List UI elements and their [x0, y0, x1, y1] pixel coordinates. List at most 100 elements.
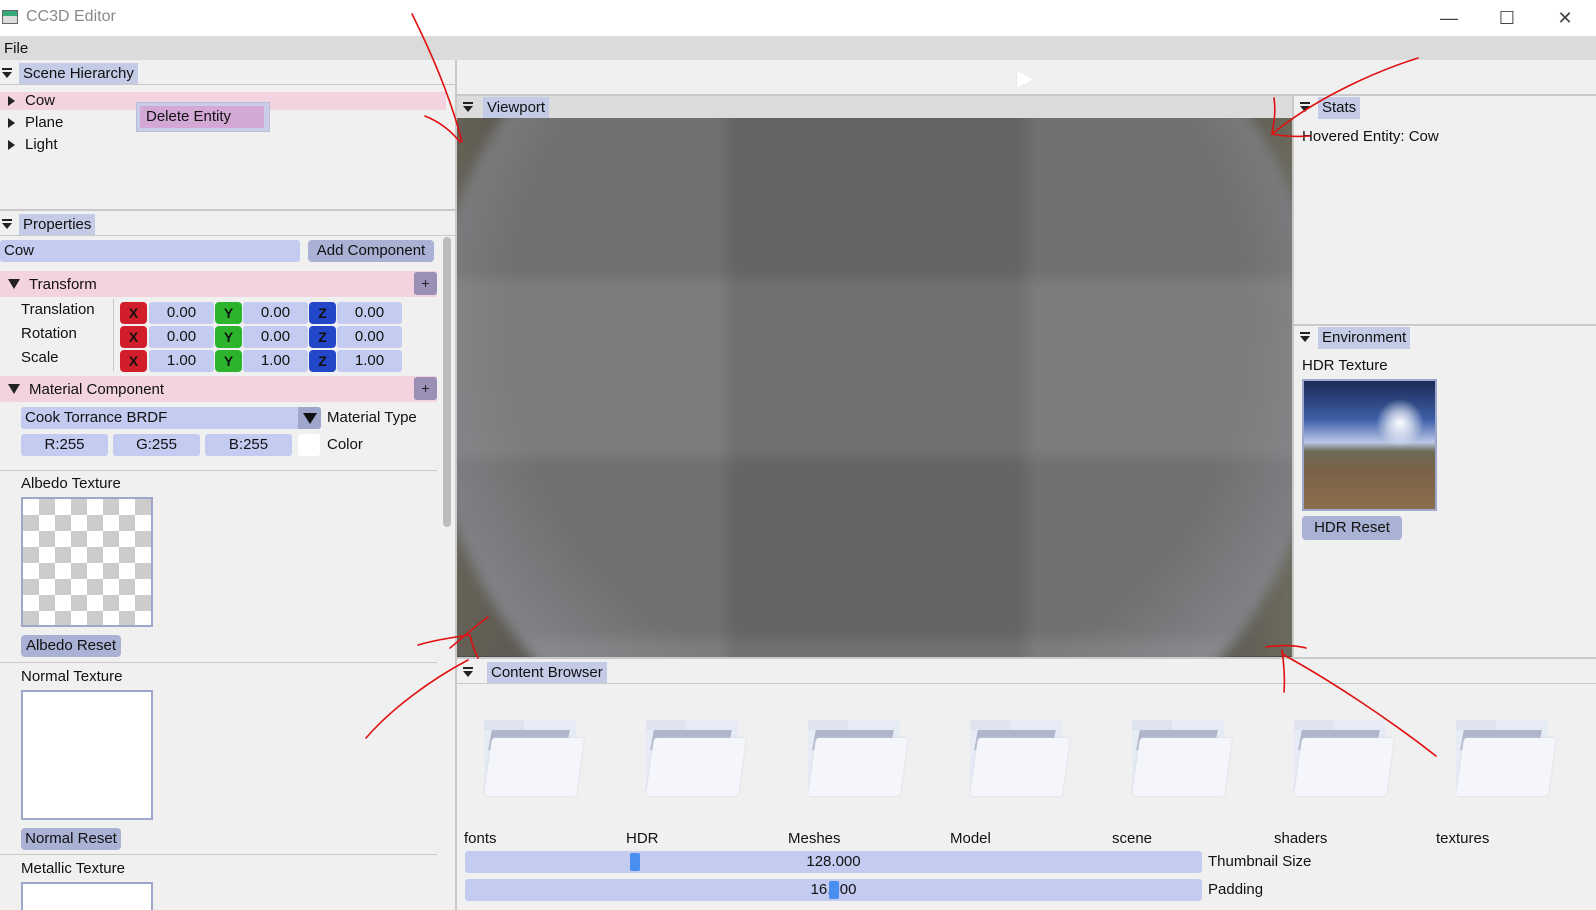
add-component-button[interactable]: Add Component [308, 240, 434, 262]
folder-icon[interactable] [482, 718, 585, 798]
slider-handle[interactable] [630, 853, 640, 871]
minimize-icon[interactable]: — [1426, 4, 1472, 32]
color-r-field[interactable]: R:255 [21, 434, 108, 456]
folder-icon[interactable] [1454, 718, 1557, 798]
translation-z-field[interactable]: 0.00 [337, 302, 402, 324]
collapse-icon[interactable] [0, 66, 14, 80]
tree-item-plane[interactable]: Plane [8, 114, 63, 134]
hdr-texture-preview[interactable] [1302, 379, 1437, 511]
collapse-icon[interactable] [461, 100, 475, 114]
expand-arrow-icon[interactable] [8, 140, 15, 151]
slider-handle[interactable] [829, 881, 839, 899]
entity-name-input[interactable]: Cow [0, 240, 300, 262]
axis-y-badge[interactable]: Y [215, 326, 242, 348]
color-label: Color [327, 436, 363, 453]
hovered-entity-text: Hovered Entity: Cow [1302, 128, 1439, 145]
collapse-icon[interactable] [0, 217, 14, 231]
viewport-canvas[interactable] [457, 118, 1292, 657]
albedo-reset-button[interactable]: Albedo Reset [21, 635, 121, 657]
folder-icon[interactable] [644, 718, 747, 798]
properties-scrollbar[interactable] [443, 237, 451, 527]
collapse-icon[interactable] [1298, 100, 1312, 114]
collapse-icon[interactable] [461, 665, 475, 679]
color-g-field[interactable]: G:255 [113, 434, 200, 456]
folder-label-model[interactable]: Model [950, 830, 991, 847]
stats-header: Stats [1298, 96, 1596, 119]
title-bar: CC3D Editor — ☐ ✕ [0, 0, 1596, 36]
expand-arrow-icon[interactable] [8, 96, 15, 107]
maximize-icon[interactable]: ☐ [1484, 4, 1530, 32]
tab-content-browser[interactable]: Content Browser [487, 662, 607, 684]
context-menu: Delete Entity [136, 102, 270, 132]
thumbnail-size-slider[interactable]: 128.000 [465, 851, 1202, 873]
tree-item-light[interactable]: Light [8, 136, 58, 156]
color-b-field[interactable]: B:255 [205, 434, 292, 456]
translation-x-field[interactable]: 0.00 [149, 302, 214, 324]
rotation-x-field[interactable]: 0.00 [149, 326, 214, 348]
menu-file[interactable]: File [4, 40, 28, 57]
collapse-arrow-icon[interactable] [8, 279, 20, 289]
app-icon [2, 10, 18, 24]
transform-add-button[interactable]: + [414, 272, 437, 295]
normal-reset-button[interactable]: Normal Reset [21, 828, 121, 850]
axis-z-badge[interactable]: Z [309, 302, 336, 324]
properties-header: Properties [0, 213, 455, 236]
folder-icon[interactable] [806, 718, 909, 798]
tab-viewport[interactable]: Viewport [483, 97, 550, 119]
toolbar: ▶ [457, 60, 1596, 94]
axis-z-badge[interactable]: Z [309, 350, 336, 372]
axis-x-badge[interactable]: X [120, 326, 147, 348]
viewport-header: Viewport [457, 96, 1292, 119]
axis-x-badge[interactable]: X [120, 350, 147, 372]
tab-properties[interactable]: Properties [19, 214, 96, 236]
folder-label-scene[interactable]: scene [1112, 830, 1152, 847]
tab-stats[interactable]: Stats [1318, 97, 1361, 119]
close-icon[interactable]: ✕ [1542, 4, 1588, 32]
axis-z-badge[interactable]: Z [309, 326, 336, 348]
expand-arrow-icon[interactable] [8, 118, 15, 129]
material-add-button[interactable]: + [414, 377, 437, 400]
environment-panel: Environment HDR Texture HDR Reset [1294, 326, 1596, 658]
normal-texture-label: Normal Texture [21, 668, 123, 685]
collapse-arrow-icon[interactable] [8, 384, 20, 394]
axis-y-badge[interactable]: Y [215, 302, 242, 324]
albedo-texture-preview[interactable] [21, 497, 153, 627]
folder-icon[interactable] [1292, 718, 1395, 798]
play-icon[interactable]: ▶ [1017, 65, 1034, 91]
folder-label-meshes[interactable]: Meshes [788, 830, 841, 847]
metallic-texture-preview[interactable] [21, 882, 153, 910]
folder-label-textures[interactable]: textures [1436, 830, 1489, 847]
scale-y-field[interactable]: 1.00 [243, 350, 308, 372]
albedo-texture-label: Albedo Texture [21, 475, 121, 492]
scale-x-field[interactable]: 1.00 [149, 350, 214, 372]
color-swatch[interactable] [298, 434, 320, 456]
collapse-icon[interactable] [1298, 330, 1312, 344]
tree-item-cow[interactable]: Cow [8, 92, 55, 112]
folder-label-shaders[interactable]: shaders [1274, 830, 1327, 847]
folder-label-hdr[interactable]: HDR [626, 830, 659, 847]
tab-environment[interactable]: Environment [1318, 327, 1411, 349]
hdr-texture-label: HDR Texture [1302, 357, 1388, 374]
delete-entity-menu-item[interactable]: Delete Entity [140, 106, 264, 128]
padding-slider[interactable]: 16.000 [465, 879, 1202, 901]
dropdown-arrow-icon[interactable] [298, 407, 321, 429]
scene-hierarchy-header: Scene Hierarchy [0, 62, 455, 85]
rotation-z-field[interactable]: 0.00 [337, 326, 402, 348]
translation-y-field[interactable]: 0.00 [243, 302, 308, 324]
folder-icon[interactable] [1130, 718, 1233, 798]
sphere-model [457, 118, 1292, 657]
tab-scene-hierarchy[interactable]: Scene Hierarchy [19, 63, 138, 85]
axis-y-badge[interactable]: Y [215, 350, 242, 372]
scale-z-field[interactable]: 1.00 [337, 350, 402, 372]
normal-texture-preview[interactable] [21, 690, 153, 820]
material-type-label: Material Type [327, 409, 417, 426]
hdr-reset-button[interactable]: HDR Reset [1302, 516, 1402, 540]
material-type-select[interactable]: Cook Torrance BRDF [21, 407, 321, 429]
folder-label-fonts[interactable]: fonts [464, 830, 497, 847]
folder-icon[interactable] [968, 718, 1071, 798]
transform-section-header[interactable]: Transform + [0, 271, 437, 297]
material-section-header[interactable]: Material Component + [0, 376, 437, 402]
padding-label: Padding [1208, 881, 1264, 898]
rotation-y-field[interactable]: 0.00 [243, 326, 308, 348]
axis-x-badge[interactable]: X [120, 302, 147, 324]
